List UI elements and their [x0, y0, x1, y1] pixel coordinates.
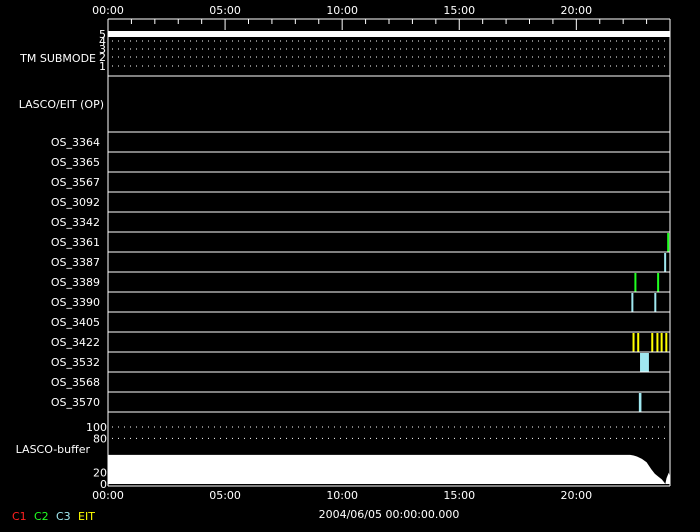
row-label: OS_3405	[51, 316, 100, 329]
row-label: OS_3567	[51, 176, 100, 189]
bottom-tick-label: 10:00	[326, 489, 358, 502]
event-bar	[651, 333, 654, 352]
event-bar	[657, 273, 660, 292]
bottom-tick-label: 05:00	[209, 489, 241, 502]
bottom-tick-label: 20:00	[560, 489, 592, 502]
legend-c2: C2	[34, 510, 49, 523]
top-tick-label: 05:00	[209, 4, 241, 17]
event-bar	[665, 333, 668, 352]
buffer-tick-label: 0	[100, 478, 107, 491]
tm-submode-label: TM SUBMODE	[19, 52, 96, 65]
row-label: OS_3568	[51, 376, 100, 389]
event-bar	[632, 333, 635, 352]
row-label: OS_3342	[51, 216, 100, 229]
row-label: OS_3390	[51, 296, 100, 309]
event-bar	[660, 333, 663, 352]
event-bar	[637, 333, 640, 352]
row-label: OS_3532	[51, 356, 100, 369]
bottom-tick-label: 00:00	[92, 489, 124, 502]
top-tick-label: 10:00	[326, 4, 358, 17]
row-label: OS_3387	[51, 256, 100, 269]
row-label: OS_3092	[51, 196, 100, 209]
event-bar	[654, 293, 657, 312]
timeline-chart: 2004/06/05 00:00:00.000 TM SUBMODE LASCO…	[12, 4, 671, 523]
legend-c3: C3	[56, 510, 71, 523]
event-bar	[638, 393, 642, 412]
lasco-eit-label: LASCO/EIT (OP)	[19, 98, 104, 111]
row-label: OS_3361	[51, 236, 100, 249]
row-label: OS_3365	[51, 156, 100, 169]
event-bar	[631, 293, 634, 312]
tm-submode-bar	[108, 31, 670, 37]
row-label: OS_3364	[51, 136, 100, 149]
event-bar	[664, 253, 667, 272]
buffer-area	[108, 454, 670, 484]
event-bar	[667, 233, 670, 252]
row-label: OS_3422	[51, 336, 100, 349]
event-bar	[634, 273, 637, 292]
event-bar	[656, 333, 659, 352]
row-label: OS_3570	[51, 396, 100, 409]
tm-level-label: 1	[99, 60, 106, 73]
top-tick-label: 20:00	[560, 4, 592, 17]
legend-c1: C1	[12, 510, 27, 523]
event-bar	[640, 353, 649, 372]
legend-eit: EIT	[78, 510, 95, 523]
top-tick-label: 15:00	[443, 4, 475, 17]
buffer-tick-label: 80	[93, 432, 107, 445]
top-tick-label: 00:00	[92, 4, 124, 17]
buffer-label: LASCO-buffer	[16, 443, 91, 456]
bottom-tick-label: 15:00	[443, 489, 475, 502]
x-axis-title: 2004/06/05 00:00:00.000	[319, 508, 460, 521]
row-label: OS_3389	[51, 276, 100, 289]
